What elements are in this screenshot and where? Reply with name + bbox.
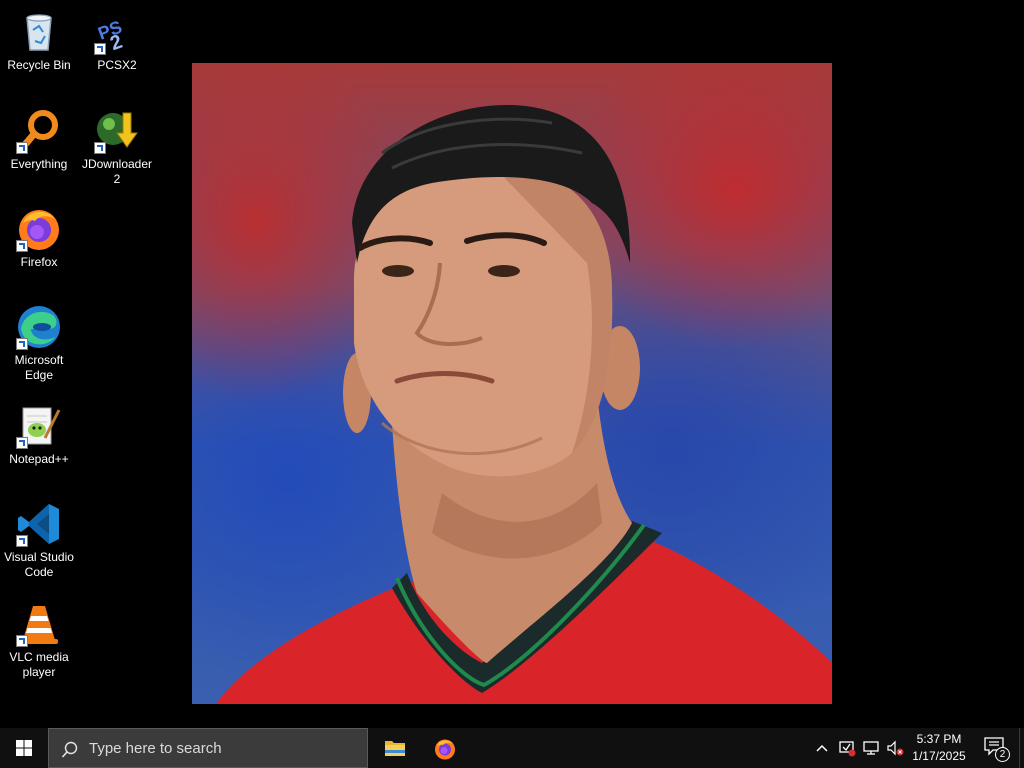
pcsx2-icon: PS 2 — [93, 8, 141, 56]
desktop-icon-label: VLC media player — [9, 650, 69, 679]
taskbar-search-box[interactable]: Type here to search — [48, 728, 368, 768]
shortcut-arrow-icon — [16, 535, 28, 547]
shortcut-arrow-icon — [16, 240, 28, 252]
desktop-icon-edge[interactable]: Microsoft Edge — [0, 303, 78, 383]
vscode-icon — [15, 500, 63, 548]
desktop: Recycle Bin PS 2 PCSX2 Everything JDownl… — [0, 0, 1024, 728]
action-center-button[interactable]: 2 — [978, 728, 1018, 768]
taskbar-app-file-explorer[interactable] — [371, 728, 419, 768]
desktop-icon-label: Visual Studio Code — [4, 550, 74, 579]
desktop-icon-label: Everything — [10, 157, 68, 171]
portrait-illustration — [216, 104, 832, 704]
network-icon[interactable] — [862, 738, 880, 758]
notification-count-badge: 2 — [995, 747, 1010, 762]
desktop-icon-pcsx2[interactable]: PS 2 PCSX2 — [78, 8, 156, 73]
system-clock[interactable]: 5:37 PM 1/17/2025 — [904, 731, 974, 765]
firefox-icon — [15, 205, 63, 253]
start-button[interactable] — [0, 728, 48, 768]
show-desktop-button[interactable] — [1019, 728, 1024, 768]
chevron-up-icon[interactable] — [814, 738, 832, 758]
search-icon — [61, 741, 78, 758]
file-explorer-icon — [385, 741, 405, 756]
desktop-icon-label: Recycle Bin — [7, 58, 71, 72]
shortcut-arrow-icon — [16, 437, 28, 449]
firefox-icon — [435, 739, 455, 760]
desktop-icon-everything[interactable]: Everything — [0, 107, 78, 172]
shortcut-arrow-icon — [94, 142, 106, 154]
desktop-icon-vlc[interactable]: VLC media player — [0, 600, 78, 680]
edge-icon — [15, 303, 63, 351]
desktop-icon-recycle-bin[interactable]: Recycle Bin — [0, 8, 78, 73]
clock-time: 5:37 PM — [916, 732, 962, 746]
desktop-icon-label: Microsoft Edge — [14, 353, 64, 382]
search-placeholder: Type here to search — [89, 740, 222, 757]
wallpaper-photo — [192, 63, 832, 704]
shortcut-arrow-icon — [16, 338, 28, 350]
clock-date: 1/17/2025 — [912, 749, 966, 763]
security-alert-icon[interactable] — [838, 738, 856, 758]
desktop-icon-label: JDownloader 2 — [81, 157, 153, 186]
desktop-icon-label: Firefox — [20, 255, 58, 269]
everything-search-icon — [15, 107, 63, 155]
shortcut-arrow-icon — [16, 635, 28, 647]
vlc-icon — [15, 600, 63, 648]
shortcut-arrow-icon — [16, 142, 28, 154]
taskbar: Type here to search 5:37 PM 1/17/2025 2 — [0, 728, 1024, 768]
jdownloader-icon — [93, 107, 141, 155]
desktop-icon-notepadpp[interactable]: Notepad++ — [0, 402, 78, 467]
recycle-bin-icon — [15, 8, 63, 56]
volume-muted-icon[interactable] — [886, 738, 904, 758]
desktop-icon-firefox[interactable]: Firefox — [0, 205, 78, 270]
desktop-icon-jdownloader[interactable]: JDownloader 2 — [78, 107, 156, 187]
desktop-icon-vscode[interactable]: Visual Studio Code — [0, 500, 78, 580]
notepadpp-icon — [15, 402, 63, 450]
desktop-icon-label: PCSX2 — [97, 58, 137, 72]
desktop-icon-label: Notepad++ — [9, 452, 69, 466]
taskbar-app-firefox[interactable] — [420, 728, 468, 768]
windows-logo-icon — [16, 740, 32, 756]
shortcut-arrow-icon — [94, 43, 106, 55]
